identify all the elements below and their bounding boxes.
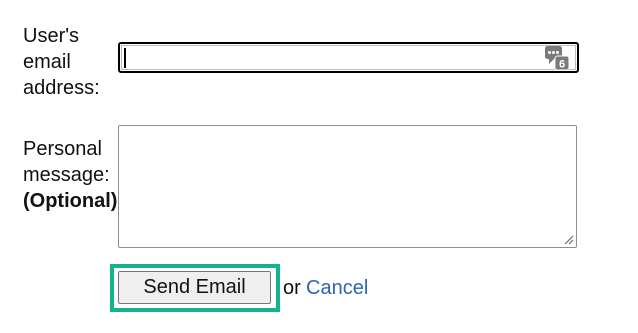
send-email-button[interactable]: Send Email [118, 271, 271, 304]
text-caret [124, 48, 126, 68]
message-optional-note: (Optional) [23, 190, 118, 212]
password-manager-icon[interactable]: 6 [544, 45, 570, 71]
password-manager-badge-count: 6 [559, 59, 565, 71]
password-manager-dot-2 [552, 51, 555, 54]
password-manager-dot-1 [548, 51, 551, 54]
message-label-line-2: message: [23, 164, 110, 186]
message-label-line-1: Personal [23, 138, 102, 160]
resize-grip-line-1 [564, 235, 574, 245]
resize-grip-icon[interactable] [563, 234, 574, 245]
email-field[interactable] [118, 42, 579, 73]
email-label-line-1: User's [23, 25, 80, 47]
resize-grip-line-2 [568, 239, 574, 245]
email-label-line-2: email [23, 51, 71, 73]
message-label: Personal message: (Optional) [23, 136, 117, 214]
personal-message-field[interactable] [118, 125, 577, 248]
or-text: or [283, 277, 301, 299]
email-label: User's email address: [23, 23, 100, 101]
cancel-link[interactable]: Cancel [306, 277, 368, 299]
password-manager-bubble-tail [549, 59, 554, 64]
password-manager-dot-3 [556, 51, 559, 54]
email-label-line-3: address: [23, 77, 100, 99]
